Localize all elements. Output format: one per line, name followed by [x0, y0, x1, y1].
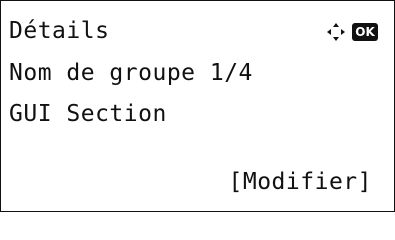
group-name-value: GUI Section	[9, 101, 167, 127]
dpad-icon	[327, 23, 345, 41]
modify-softkey[interactable]: [Modifier]	[229, 168, 372, 196]
group-name-label: Nom de groupe 1/4	[9, 60, 253, 86]
navigation-indicator: OK	[326, 21, 378, 43]
ok-icon: OK	[352, 23, 378, 41]
lcd-panel: Détails OK Nom de groupe 1/4 GUI Section…	[0, 0, 395, 212]
screen-title: Détails	[9, 18, 110, 44]
